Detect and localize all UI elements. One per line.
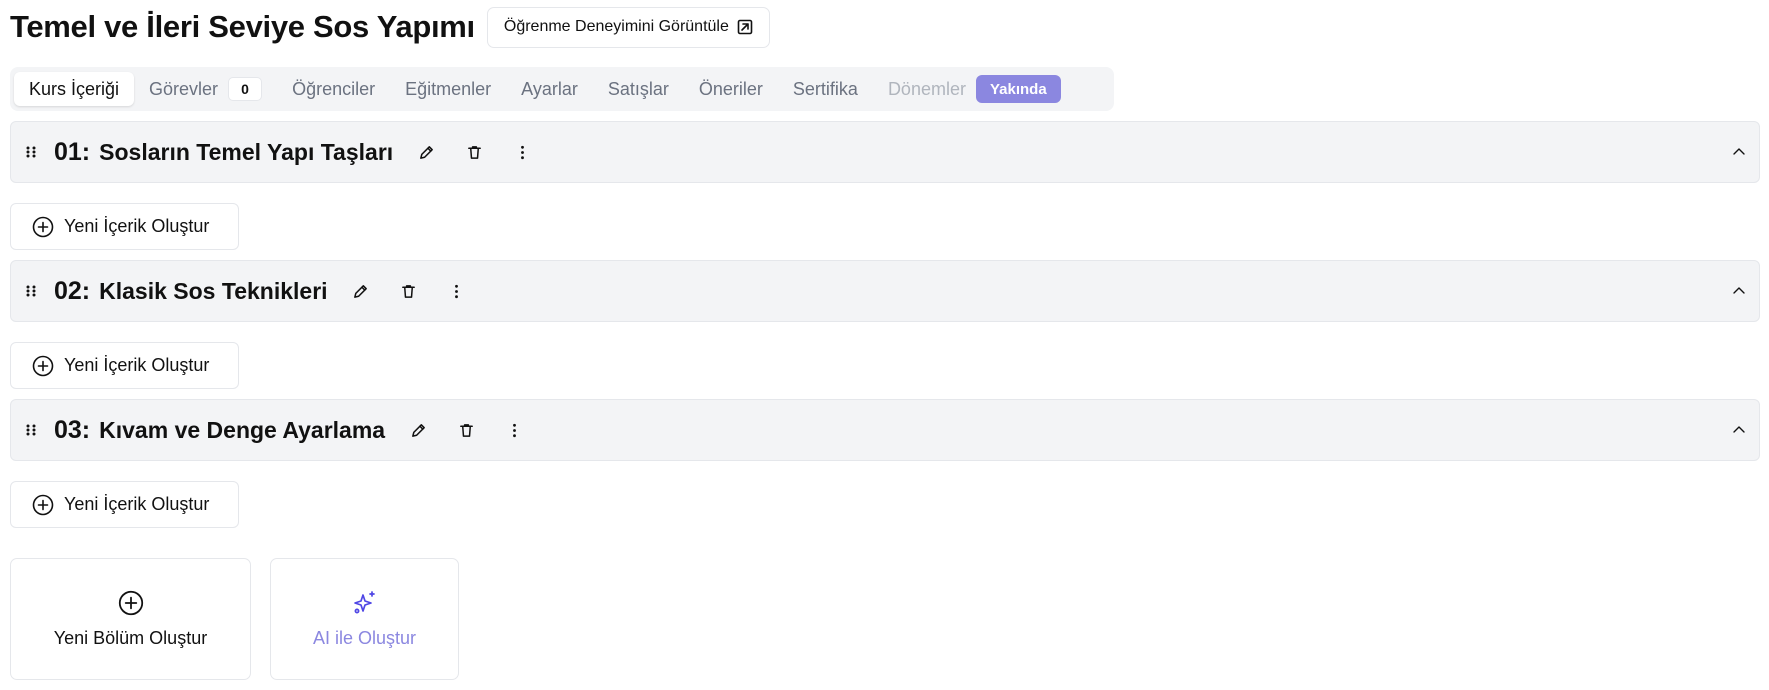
plus-circle-icon — [32, 355, 54, 376]
section-header[interactable]: 03: Kıvam ve Denge Ayarlama — [10, 399, 1760, 461]
new-content-button[interactable]: Yeni İçerik Oluştur — [10, 342, 239, 389]
tab-label: Görevler — [149, 78, 219, 99]
new-section-card[interactable]: Yeni Bölüm Oluştur — [10, 558, 251, 680]
tab-instructors[interactable]: Eğitmenler — [390, 72, 506, 106]
new-content-button[interactable]: Yeni İçerik Oluştur — [10, 203, 239, 250]
new-content-label: Yeni İçerik Oluştur — [64, 355, 210, 375]
view-button-label: Öğrenme Deneyimini Görüntüle — [503, 18, 729, 35]
pencil-icon[interactable] — [352, 282, 370, 300]
drag-handle-icon[interactable] — [24, 423, 38, 437]
trash-icon[interactable] — [465, 143, 483, 161]
chevron-up-icon[interactable] — [1731, 144, 1747, 160]
tab-label: Kurs İçeriği — [29, 78, 120, 99]
more-vertical-icon[interactable] — [448, 282, 466, 300]
page-header: Temel ve İleri Seviye Sos Yapımı Öğrenme… — [10, 6, 770, 48]
tab-label: Öneriler — [698, 78, 763, 99]
chevron-up-icon[interactable] — [1731, 283, 1747, 299]
section-actions — [409, 421, 523, 439]
new-section-label: Yeni Bölüm Oluştur — [53, 627, 208, 648]
tab-label: Eğitmenler — [405, 78, 492, 99]
section-number: 03: — [54, 415, 91, 444]
pencil-icon[interactable] — [409, 421, 427, 439]
page-title: Temel ve İleri Seviye Sos Yapımı — [10, 9, 475, 44]
trash-icon[interactable] — [457, 421, 475, 439]
plus-circle-icon — [32, 494, 54, 515]
section-number: 02: — [54, 276, 91, 305]
tab-label: Satışlar — [607, 78, 669, 99]
tab-recommendations[interactable]: Öneriler — [684, 72, 778, 106]
tab-students[interactable]: Öğrenciler — [277, 72, 390, 106]
pencil-icon[interactable] — [417, 143, 435, 161]
section-header[interactable]: 01: Sosların Temel Yapı Taşları — [10, 121, 1760, 183]
ai-create-label: AI ile Oluştur — [312, 627, 417, 648]
tab-label: Sertifika — [792, 78, 858, 99]
section-actions — [352, 282, 466, 300]
section-title: Klasik Sos Teknikleri — [99, 277, 328, 304]
section-actions — [417, 143, 531, 161]
tab-label: Ayarlar — [521, 78, 578, 99]
chevron-up-icon[interactable] — [1731, 422, 1747, 438]
view-learning-experience-button[interactable]: Öğrenme Deneyimini Görüntüle — [486, 6, 770, 48]
ai-create-card[interactable]: AI ile Oluştur — [270, 558, 459, 680]
more-vertical-icon[interactable] — [505, 421, 523, 439]
plus-circle-icon — [118, 590, 143, 615]
sparkles-icon — [353, 590, 375, 613]
course-tabs: Kurs İçeriği Görevler 0 Öğrenciler Eğitm… — [10, 67, 1114, 111]
tab-settings[interactable]: Ayarlar — [506, 72, 593, 106]
tab-course-content[interactable]: Kurs İçeriği — [14, 72, 135, 106]
section-header[interactable]: 02: Klasik Sos Teknikleri — [10, 260, 1760, 322]
tab-sales[interactable]: Satışlar — [593, 72, 684, 106]
coming-soon-badge: Yakında — [975, 75, 1061, 103]
tab-certificate[interactable]: Sertifika — [778, 72, 873, 106]
section-title: Kıvam ve Denge Ayarlama — [99, 416, 386, 443]
drag-handle-icon[interactable] — [24, 145, 38, 159]
tab-label: Dönemler — [887, 78, 966, 99]
section-title: Sosların Temel Yapı Taşları — [99, 138, 394, 165]
tab-periods: Dönemler — [873, 72, 976, 106]
more-vertical-icon[interactable] — [513, 143, 531, 161]
tasks-count-badge: 0 — [228, 77, 263, 101]
new-content-label: Yeni İçerik Oluştur — [64, 494, 210, 514]
external-link-icon — [737, 19, 753, 35]
plus-circle-icon — [32, 216, 54, 237]
new-content-label: Yeni İçerik Oluştur — [64, 216, 210, 236]
trash-icon[interactable] — [400, 282, 418, 300]
section-number: 01: — [54, 137, 91, 166]
drag-handle-icon[interactable] — [24, 284, 38, 298]
tab-label: Öğrenciler — [292, 78, 376, 99]
new-content-button[interactable]: Yeni İçerik Oluştur — [10, 481, 239, 528]
tab-tasks[interactable]: Görevler 0 — [134, 72, 277, 106]
